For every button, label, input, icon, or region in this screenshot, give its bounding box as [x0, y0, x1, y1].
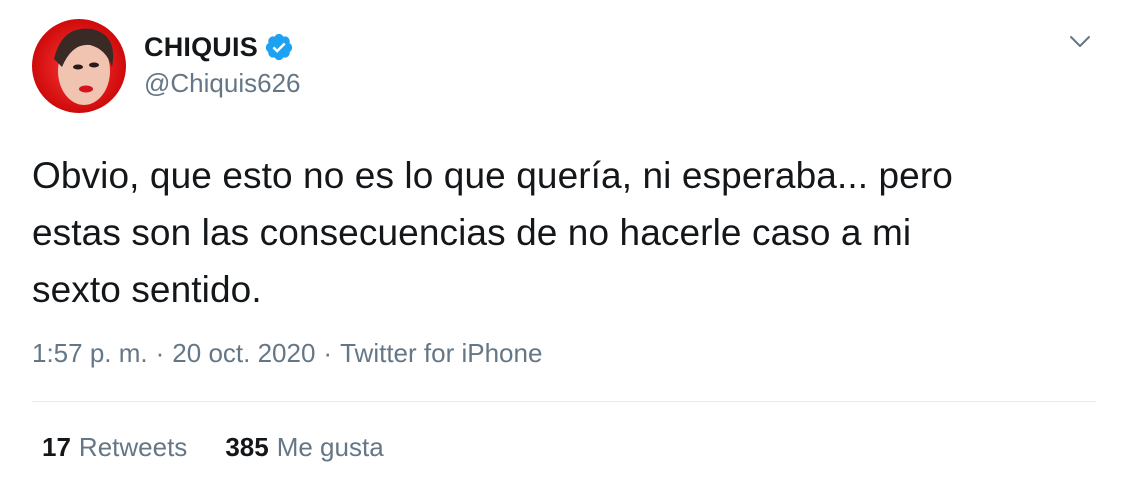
meta-separator: · — [155, 338, 165, 368]
user-handle[interactable]: @Chiquis626 — [144, 68, 300, 99]
retweets-count: 17 — [42, 432, 71, 462]
avatar-image — [32, 19, 126, 113]
tweet-meta: 1:57 p. m. · 20 oct. 2020 · Twitter for … — [32, 338, 542, 369]
meta-separator: · — [323, 338, 333, 368]
tweet-stats: 17 Retweets 385 Me gusta — [42, 432, 384, 463]
tweet-time[interactable]: 1:57 p. m. — [32, 338, 148, 369]
tweet-date[interactable]: 20 oct. 2020 — [172, 338, 315, 369]
chevron-down-icon — [1069, 35, 1091, 54]
divider — [32, 401, 1096, 402]
likes-stat[interactable]: 385 Me gusta — [225, 432, 383, 463]
retweets-label: Retweets — [78, 432, 188, 462]
retweets-stat[interactable]: 17 Retweets — [42, 432, 187, 463]
author-header[interactable]: CHIQUIS — [144, 30, 294, 64]
verified-badge-icon — [264, 32, 294, 62]
display-name[interactable]: CHIQUIS — [144, 32, 258, 63]
tweet-source[interactable]: Twitter for iPhone — [340, 338, 542, 369]
likes-label: Me gusta — [276, 432, 384, 462]
tweet-menu-button[interactable] — [1066, 30, 1094, 58]
tweet-text: Obvio, que esto no es lo que quería, ni … — [32, 155, 953, 310]
avatar[interactable] — [32, 19, 126, 113]
likes-count: 385 — [225, 432, 269, 462]
